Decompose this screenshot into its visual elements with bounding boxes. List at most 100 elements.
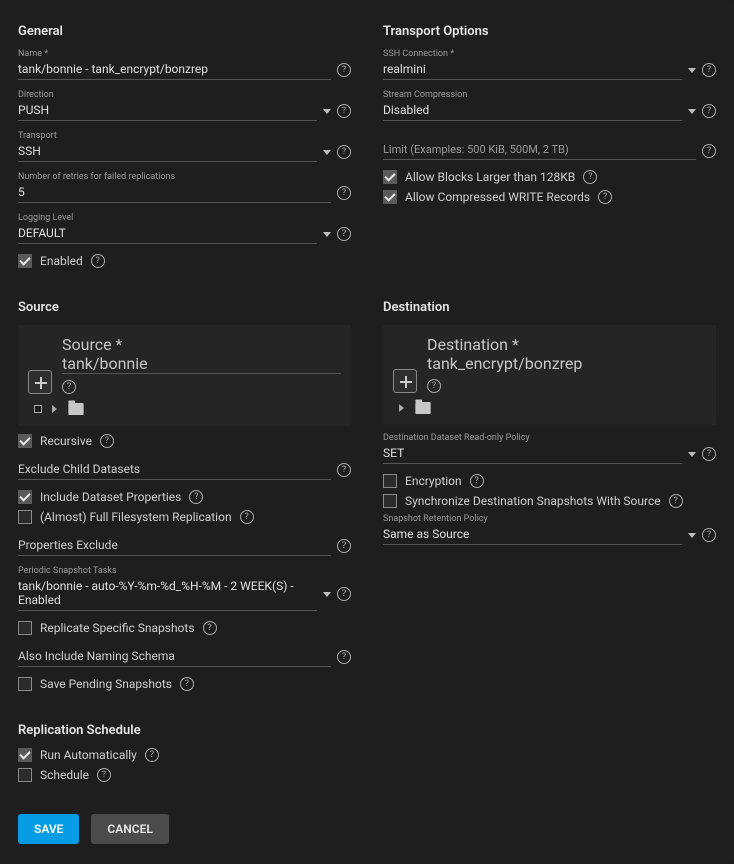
help-icon[interactable]: ?: [97, 768, 111, 782]
ssh-conn-label: SSH Connection *: [383, 49, 716, 60]
enabled-label: Enabled: [40, 254, 83, 268]
ssh-conn-select[interactable]: realmini: [383, 60, 682, 80]
help-icon[interactable]: ?: [91, 254, 105, 268]
source-field-label: Source *: [62, 335, 122, 354]
chevron-down-icon: [688, 109, 696, 114]
recursive-checkbox[interactable]: [18, 434, 32, 448]
source-browser: Source * tank/bonnie ?: [18, 325, 351, 426]
chevron-down-icon: [323, 592, 331, 597]
allow-compressed-label: Allow Compressed WRITE Records: [405, 190, 590, 204]
exclude-child-input[interactable]: Exclude Child Datasets: [18, 460, 331, 480]
help-icon[interactable]: ?: [145, 748, 159, 762]
allow-blocks-label: Allow Blocks Larger than 128KB: [405, 170, 575, 184]
add-dataset-button[interactable]: [393, 369, 417, 393]
allow-blocks-checkbox[interactable]: [383, 170, 397, 184]
sync-snapshots-checkbox[interactable]: [383, 494, 397, 508]
help-icon[interactable]: ?: [702, 528, 716, 542]
sync-snapshots-label: Synchronize Destination Snapshots With S…: [405, 494, 661, 508]
help-icon[interactable]: ?: [470, 474, 484, 488]
general-title: General: [18, 24, 351, 39]
name-input[interactable]: tank/bonnie - tank_encrypt/bonzrep: [18, 60, 331, 80]
help-icon[interactable]: ?: [702, 104, 716, 118]
direction-select[interactable]: PUSH: [18, 101, 317, 121]
dest-field-label: Destination *: [427, 335, 519, 354]
periodic-select[interactable]: tank/bonnie - auto-%Y-%m-%d_%H-%M - 2 WE…: [18, 577, 317, 611]
help-icon[interactable]: ?: [337, 104, 351, 118]
loglevel-select[interactable]: DEFAULT: [18, 224, 317, 244]
recursive-label: Recursive: [40, 434, 92, 448]
folder-icon: [68, 403, 83, 415]
retries-label: Number of retries for failed replication…: [18, 172, 351, 183]
transport-select[interactable]: SSH: [18, 142, 317, 162]
encryption-checkbox[interactable]: [383, 474, 397, 488]
save-pending-label: Save Pending Snapshots: [40, 677, 172, 691]
properties-exclude-input[interactable]: Properties Exclude: [18, 536, 331, 556]
also-include-input[interactable]: Also Include Naming Schema: [18, 647, 331, 667]
help-icon[interactable]: ?: [189, 490, 203, 504]
retries-input[interactable]: 5: [18, 183, 331, 203]
help-icon[interactable]: ?: [702, 144, 716, 158]
stream-comp-label: Stream Compression: [383, 90, 716, 101]
almost-full-label: (Almost) Full Filesystem Replication: [40, 510, 232, 524]
help-icon[interactable]: ?: [598, 190, 612, 204]
help-icon[interactable]: ?: [669, 494, 683, 508]
destination-browser: Destination * tank_encrypt/bonzrep ?: [383, 325, 716, 425]
loglevel-label: Logging Level: [18, 213, 351, 224]
allow-compressed-checkbox[interactable]: [383, 190, 397, 204]
direction-label: Direction: [18, 90, 351, 101]
transport-label: Transport: [18, 131, 351, 142]
run-auto-checkbox[interactable]: [18, 748, 32, 762]
tree-expand-icon[interactable]: [399, 404, 404, 412]
chevron-down-icon: [688, 452, 696, 457]
run-auto-label: Run Automatically: [40, 748, 137, 762]
name-label: Name *: [18, 49, 351, 60]
help-icon[interactable]: ?: [337, 539, 351, 553]
help-icon[interactable]: ?: [583, 170, 597, 184]
enabled-checkbox[interactable]: [18, 254, 32, 268]
chevron-down-icon: [688, 533, 696, 538]
stream-comp-select[interactable]: Disabled: [383, 101, 682, 121]
retention-select[interactable]: Same as Source: [383, 525, 682, 545]
almost-full-checkbox[interactable]: [18, 510, 32, 524]
source-path-input[interactable]: tank/bonnie: [62, 354, 341, 374]
tree-expand-icon[interactable]: [52, 405, 57, 413]
chevron-down-icon: [688, 68, 696, 73]
help-icon[interactable]: ?: [337, 650, 351, 664]
help-icon[interactable]: ?: [100, 434, 114, 448]
replicate-specific-checkbox[interactable]: [18, 621, 32, 635]
schedule-checkbox[interactable]: [18, 768, 32, 782]
help-icon[interactable]: ?: [240, 510, 254, 524]
include-props-checkbox[interactable]: [18, 490, 32, 504]
help-icon[interactable]: ?: [337, 463, 351, 477]
help-icon[interactable]: ?: [337, 145, 351, 159]
add-dataset-button[interactable]: [28, 370, 52, 394]
readonly-policy-label: Destination Dataset Read-only Policy: [383, 433, 716, 444]
replicate-specific-label: Replicate Specific Snapshots: [40, 621, 195, 635]
tree-node-checkbox[interactable]: [34, 405, 42, 413]
help-icon[interactable]: ?: [180, 677, 194, 691]
schedule-title: Replication Schedule: [18, 723, 359, 738]
dest-path-input[interactable]: tank_encrypt/bonzrep: [427, 354, 706, 373]
save-pending-checkbox[interactable]: [18, 677, 32, 691]
encryption-label: Encryption: [405, 474, 462, 488]
help-icon[interactable]: ?: [337, 587, 351, 601]
limit-input[interactable]: Limit (Examples: 500 KiB, 500M, 2 TB): [383, 141, 696, 160]
help-icon[interactable]: ?: [62, 380, 76, 394]
save-button[interactable]: SAVE: [18, 814, 79, 844]
folder-icon: [415, 402, 430, 414]
chevron-down-icon: [323, 232, 331, 237]
help-icon[interactable]: ?: [337, 186, 351, 200]
schedule-label: Schedule: [40, 768, 89, 782]
help-icon[interactable]: ?: [337, 63, 351, 77]
periodic-label: Periodic Snapshot Tasks: [18, 566, 351, 577]
help-icon[interactable]: ?: [702, 63, 716, 77]
help-icon[interactable]: ?: [427, 379, 441, 393]
cancel-button[interactable]: CANCEL: [91, 814, 168, 844]
help-icon[interactable]: ?: [337, 227, 351, 241]
help-icon[interactable]: ?: [203, 621, 217, 635]
help-icon[interactable]: ?: [702, 447, 716, 461]
chevron-down-icon: [323, 109, 331, 114]
source-title: Source: [18, 300, 351, 315]
readonly-policy-select[interactable]: SET: [383, 444, 682, 464]
retention-label: Snapshot Retention Policy: [383, 514, 716, 525]
